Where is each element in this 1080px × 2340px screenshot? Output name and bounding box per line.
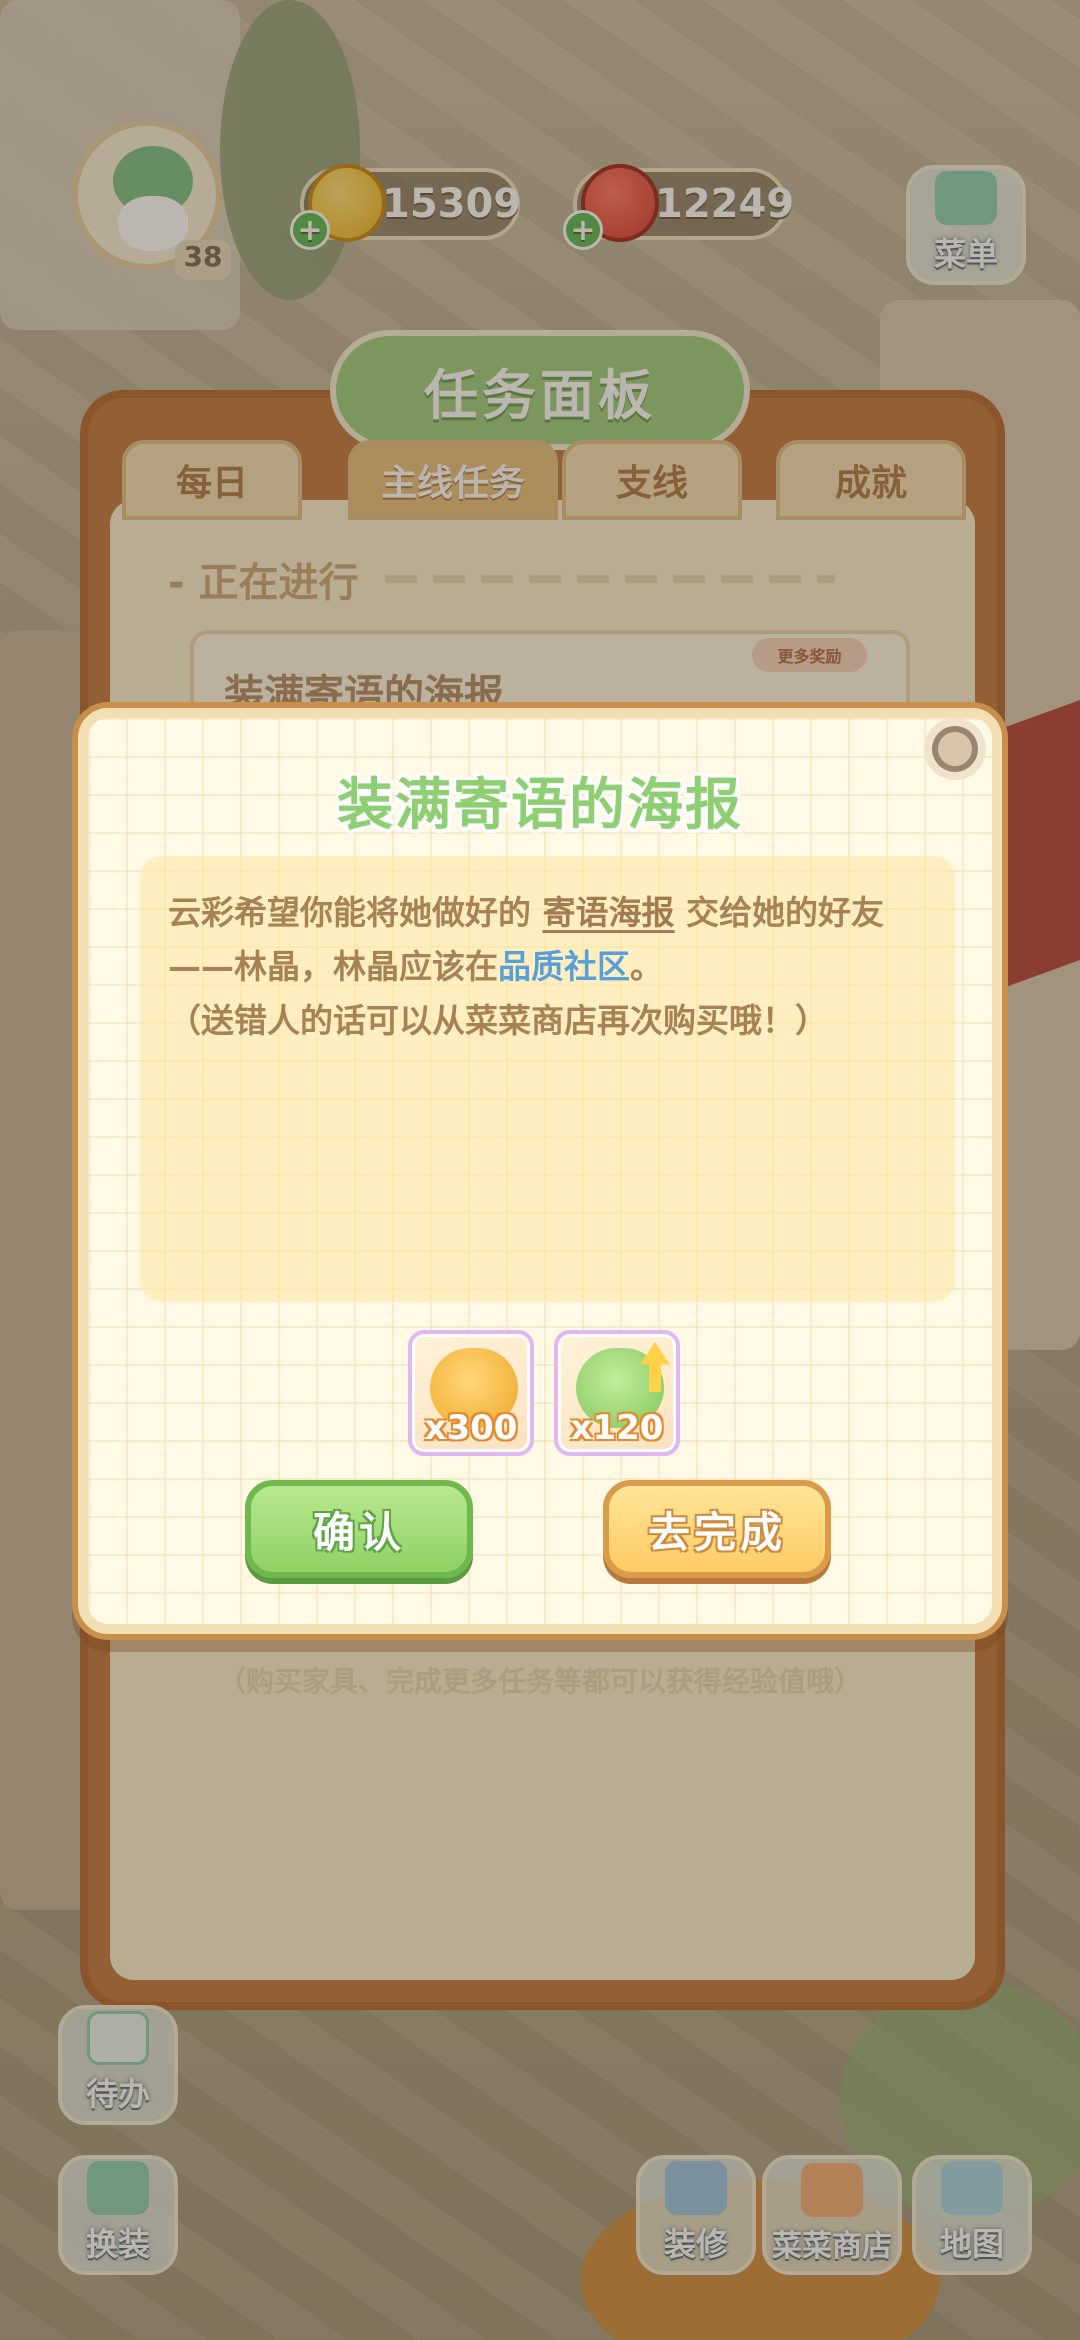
reward-quantity: x300 <box>424 1408 518 1448</box>
desc-text-part1: 云彩希望你能将她做好的 <box>168 893 543 932</box>
desc-note: （送错人的话可以从菜菜商店再次购买哦！） <box>168 1001 828 1040</box>
desc-text-part3: 。 <box>630 947 663 986</box>
confirm-button[interactable]: 确认 <box>245 1480 473 1578</box>
task-description: 云彩希望你能将她做好的 寄语海报 交给她的好友——林晶，林晶应该在品质社区。 （… <box>140 856 955 1302</box>
go-complete-button[interactable]: 去完成 <box>603 1480 831 1578</box>
desc-location-link[interactable]: 品质社区 <box>498 947 630 986</box>
reward-item-exp[interactable]: x120 <box>554 1330 680 1456</box>
desc-item-name: 寄语海报 <box>542 893 675 932</box>
reward-quantity: x120 <box>570 1408 664 1448</box>
dialog-title: 装满寄语的海报 <box>337 773 743 838</box>
reward-item-coins[interactable]: x300 <box>408 1330 534 1456</box>
